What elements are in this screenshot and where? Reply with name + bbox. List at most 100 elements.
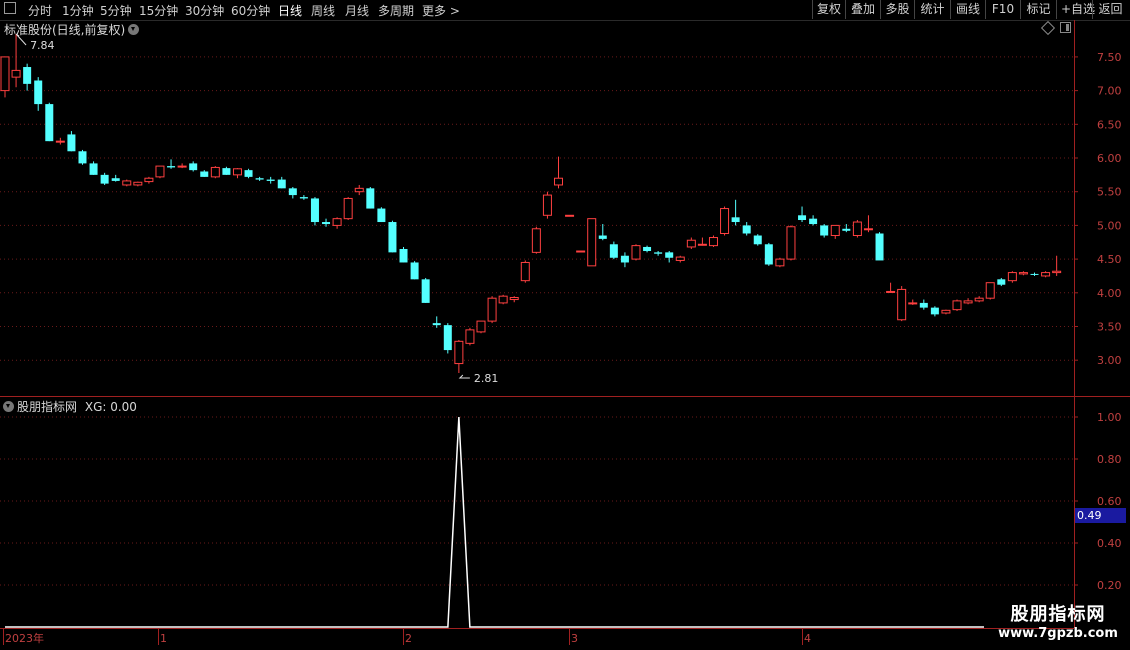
candle-body xyxy=(665,252,674,258)
candle-body xyxy=(11,69,21,78)
candle-body xyxy=(332,218,342,226)
candle-body xyxy=(189,163,198,171)
candle-body xyxy=(830,224,840,237)
candle-body xyxy=(34,80,43,105)
candle-body xyxy=(775,258,785,267)
candle-body xyxy=(133,181,143,186)
candle-body xyxy=(798,215,807,221)
candle-body xyxy=(720,208,730,234)
low-price-label: 2.81 xyxy=(474,372,499,385)
price-tick-label: 7.50 xyxy=(1097,51,1122,64)
candle-body xyxy=(509,297,519,301)
candle-body xyxy=(388,222,397,253)
candle-body xyxy=(731,217,740,223)
candle-body xyxy=(985,282,995,299)
indicator-tick-label: 0.60 xyxy=(1097,495,1122,508)
candle-body xyxy=(886,290,896,293)
price-tick-label: 5.00 xyxy=(1097,219,1122,232)
price-tick-label: 4.50 xyxy=(1097,253,1122,266)
candle-body xyxy=(432,323,441,326)
candle-body xyxy=(1007,272,1017,282)
candle-body xyxy=(587,218,597,267)
time-label: 2 xyxy=(405,632,412,645)
candle-body xyxy=(222,168,231,175)
candle-body xyxy=(764,244,773,265)
candle-body xyxy=(753,235,762,245)
candle-body xyxy=(1041,272,1051,277)
candle-body xyxy=(366,188,375,209)
candle-body xyxy=(89,163,98,175)
candle-body xyxy=(122,180,132,186)
candle-body xyxy=(565,214,575,217)
candle-body xyxy=(443,325,452,351)
price-tick-label: 4.00 xyxy=(1097,287,1122,300)
time-label: 3 xyxy=(571,632,578,645)
xg-signal-line xyxy=(5,416,984,628)
indicator-tick-label: 0.80 xyxy=(1097,453,1122,466)
candle-body xyxy=(1018,272,1028,275)
candle-body xyxy=(686,239,696,248)
price-tick-label: 6.00 xyxy=(1097,152,1122,165)
candle-body xyxy=(45,104,54,142)
candle-body xyxy=(67,134,76,152)
candle-body xyxy=(23,67,32,84)
candle-body xyxy=(111,178,120,181)
candle-body xyxy=(78,151,87,164)
candle-body xyxy=(155,165,165,178)
candle-body xyxy=(1052,270,1062,274)
candle-body xyxy=(554,177,563,186)
candle-body xyxy=(277,179,286,189)
candle-body xyxy=(675,256,685,261)
candle-body xyxy=(421,279,430,303)
indicator-tick-label: 1.00 xyxy=(1097,411,1122,424)
watermark-title: 股朋指标网 xyxy=(1010,604,1106,625)
candle-body xyxy=(299,197,308,199)
candle-body xyxy=(852,221,862,237)
candle-body xyxy=(310,198,319,223)
price-tick-label: 5.50 xyxy=(1097,186,1122,199)
candle-body xyxy=(842,228,851,231)
candle-body xyxy=(266,179,275,181)
candle-body xyxy=(997,279,1006,285)
candle-body xyxy=(542,194,552,216)
candle-body xyxy=(897,288,907,321)
indicator-tick-label: 0.40 xyxy=(1097,537,1122,550)
candle-body xyxy=(210,166,220,178)
candle-body xyxy=(55,140,65,143)
indicator-tick-label: 0.20 xyxy=(1097,579,1122,592)
price-tick-label: 3.00 xyxy=(1097,354,1122,367)
candle-body xyxy=(863,228,873,231)
candle-body xyxy=(288,188,297,196)
candle-body xyxy=(144,177,154,183)
candle-body xyxy=(875,233,884,261)
high-marker-arrow xyxy=(15,33,27,46)
candle-body xyxy=(476,320,486,333)
low-marker-arrow xyxy=(458,374,470,379)
time-label: 2023年 xyxy=(5,631,44,645)
candle-body xyxy=(697,243,707,246)
candle-body xyxy=(820,225,829,236)
candle-body xyxy=(598,235,607,239)
candle-body xyxy=(465,329,475,344)
candle-body xyxy=(100,174,109,184)
candle-body xyxy=(410,262,419,280)
candle-body xyxy=(487,297,497,322)
price-tick-label: 7.00 xyxy=(1097,85,1122,98)
time-label: 1 xyxy=(160,632,167,645)
candle-body xyxy=(167,166,176,168)
candle-body xyxy=(520,261,530,282)
candle-body xyxy=(454,340,464,365)
candle-body xyxy=(200,171,209,177)
current-value-label: 0.49 xyxy=(1075,508,1126,523)
candle-body xyxy=(643,246,652,252)
candle-body xyxy=(232,168,242,176)
candle-body xyxy=(742,225,751,234)
chart-canvas[interactable]: 7.50 7.00 6.50 6.00 5.50 5.00 4.50 4.00 3.50 3.00… xyxy=(0,0,1130,650)
candle-body xyxy=(1030,273,1039,275)
candle-body xyxy=(952,300,962,311)
price-tick-label: 3.50 xyxy=(1097,320,1122,333)
candle-body xyxy=(377,208,386,223)
candle-body xyxy=(609,244,618,258)
candle-body xyxy=(919,302,928,308)
high-price-label: 7.84 xyxy=(30,39,55,52)
